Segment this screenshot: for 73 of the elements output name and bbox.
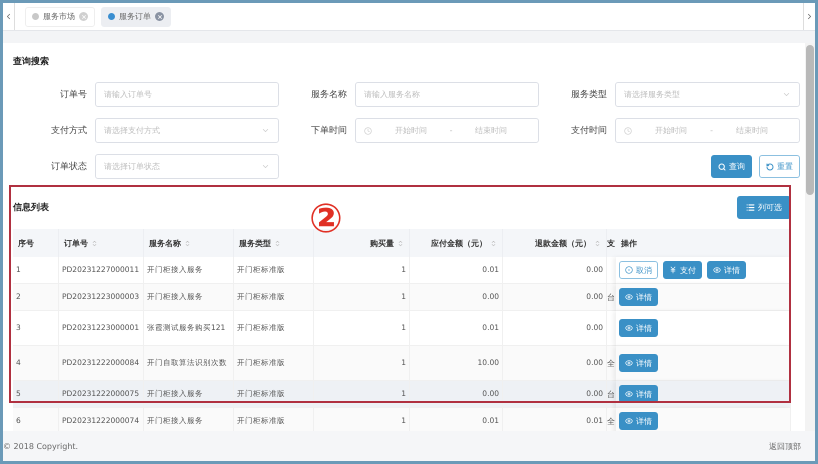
dot-icon [108, 13, 115, 20]
tab[interactable]: 服务市场 [25, 6, 95, 26]
clock-icon [624, 126, 632, 134]
field-label: 下单时间 [310, 124, 347, 137]
pay-button[interactable]: 支付 [663, 261, 702, 279]
table-cell: 台 [607, 388, 615, 400]
close-icon[interactable] [79, 12, 88, 21]
copyright-text: © 2018 Copyright. [3, 442, 78, 450]
reset-icon [766, 162, 774, 170]
close-icon[interactable] [155, 12, 164, 21]
select-field[interactable]: 请选择订单状态 [95, 154, 279, 179]
reset-button[interactable]: 重置 [759, 155, 800, 178]
chevron-left-icon[interactable] [4, 12, 13, 21]
detail-button[interactable]: 详情 [619, 319, 658, 337]
table-cell: 全 [607, 358, 615, 368]
eye-icon [713, 266, 721, 274]
list-icon [746, 203, 755, 212]
search-icon [718, 162, 726, 170]
select-field[interactable]: 请选择服务类型 [615, 82, 800, 107]
table-cell: 台 [607, 292, 615, 302]
sort-icon[interactable] [397, 240, 404, 246]
column-header: 支 [607, 229, 616, 257]
column-header: 序号 [13, 229, 59, 257]
column-header[interactable]: 服务类型 [234, 229, 314, 257]
sort-icon[interactable] [91, 240, 98, 246]
circle-dot-icon [625, 266, 633, 274]
cancel-button[interactable]: 取消 [619, 261, 658, 279]
clock-icon [364, 126, 372, 134]
column-header[interactable]: 订单号 [59, 229, 144, 257]
eye-icon [625, 390, 633, 398]
dot-icon [32, 13, 39, 20]
chevron-down-icon [261, 162, 270, 171]
detail-button[interactable]: 详情 [619, 412, 658, 430]
date-range-field[interactable]: 开始时间 - 结束时间 [355, 118, 539, 143]
column-header[interactable]: 退款金额（元） [503, 229, 607, 257]
chevron-down-icon [782, 90, 791, 99]
scrollbar-thumb[interactable] [806, 45, 814, 195]
tab-label: 服务订单 [119, 11, 151, 22]
section-title: 信息列表 [13, 201, 49, 214]
sort-icon[interactable] [490, 240, 497, 246]
eye-icon [625, 324, 633, 332]
detail-button[interactable]: 详情 [619, 288, 658, 306]
field-label: 订单号 [59, 88, 87, 101]
column-header[interactable]: 服务名称 [144, 229, 234, 257]
tab-label: 服务市场 [43, 11, 75, 22]
date-range-field[interactable]: 开始时间 - 结束时间 [615, 118, 800, 143]
input-field[interactable]: 请输入服务名称 [355, 82, 539, 107]
detail-button[interactable]: 详情 [619, 354, 658, 372]
eye-icon [625, 417, 633, 425]
sort-icon[interactable] [594, 240, 601, 246]
field-label: 支付时间 [570, 124, 607, 137]
field-label: 订单状态 [50, 160, 87, 173]
eye-icon [625, 293, 633, 301]
section-title: 查询搜索 [13, 55, 50, 68]
column-header: 操作 [616, 229, 791, 257]
input-field[interactable]: 请输入订单号 [95, 82, 279, 107]
sort-icon[interactable] [274, 240, 281, 246]
chevron-right-icon[interactable] [805, 12, 814, 21]
eye-icon [625, 359, 633, 367]
field-label: 支付方式 [50, 124, 87, 137]
column-header[interactable]: 应付金额（元） [410, 229, 503, 257]
select-field[interactable]: 请选择支付方式 [95, 118, 279, 143]
field-label: 服务类型 [570, 88, 607, 101]
sort-icon[interactable] [184, 240, 191, 246]
back-to-top-link[interactable]: 返回顶部 [769, 440, 801, 452]
chevron-down-icon [261, 126, 270, 135]
field-label: 服务名称 [310, 88, 347, 101]
columns-button[interactable]: 列可选 [737, 196, 791, 219]
tab[interactable]: 服务订单 [101, 6, 171, 26]
search-button[interactable]: 查询 [711, 155, 752, 178]
detail-button[interactable]: 详情 [707, 261, 746, 279]
yen-icon [669, 266, 677, 274]
table-cell: 全 [607, 416, 615, 426]
